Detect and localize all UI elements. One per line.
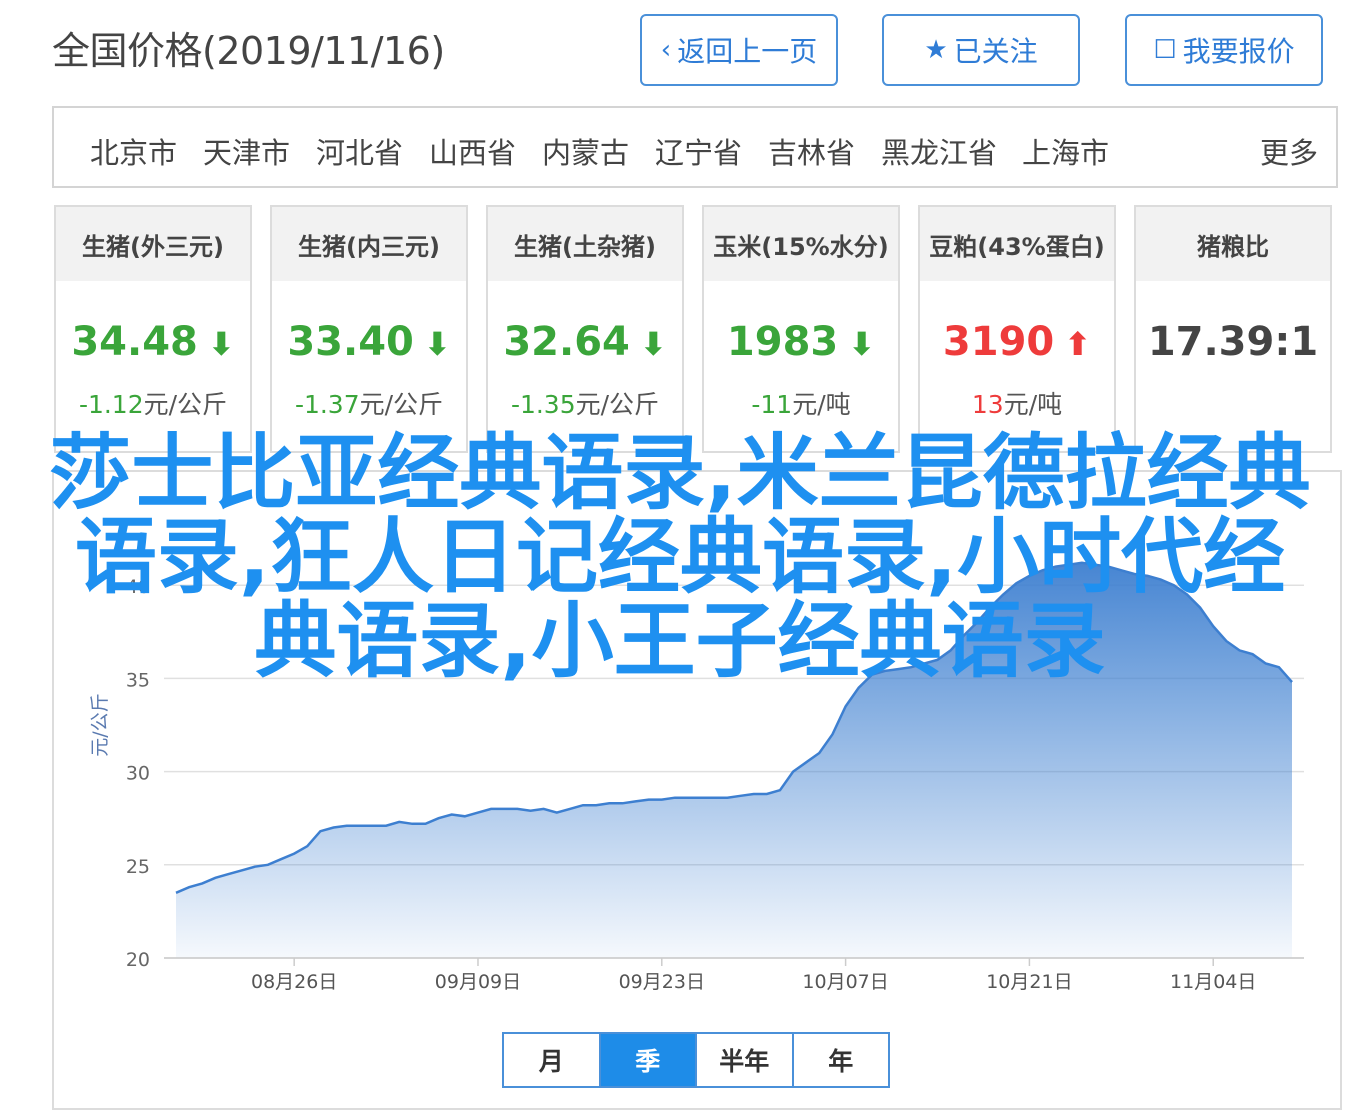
card-change-number: -1.35 [510,390,576,419]
card-value-row: 1983 ⬇ [704,319,898,365]
price-card[interactable]: 生猪(土杂猪) 32.64 ⬇ -1.35元/公斤 [486,205,684,453]
tab-half-year[interactable]: 半年 [697,1034,794,1086]
card-title: 生猪(外三元) [56,207,250,281]
price-card[interactable]: 豆粕(43%蛋白) 3190 ⬆ 13元/吨 [918,205,1116,453]
card-title: 玉米(15%水分) [704,207,898,281]
card-value: 3190 [942,319,1055,365]
arrow-down-icon: ⬇ [207,325,235,363]
tab-year[interactable]: 年 [794,1034,889,1086]
price-card[interactable]: 生猪(内三元) 33.40 ⬇ -1.37元/公斤 [270,205,468,453]
card-title: 豆粕(43%蛋白) [920,207,1114,281]
back-button-label: 返回上一页 [677,35,818,68]
x-tick-label: 10月21日 [986,971,1072,993]
region-item[interactable]: 吉林省 [768,130,855,172]
card-value: 1983 [726,319,839,365]
report-price-button[interactable]: ☐ 我要报价 [1125,14,1323,86]
page-title: 全国价格(2019/11/16) [52,29,445,73]
card-change-number: -11 [751,390,793,419]
arrow-down-icon: ⬇ [848,325,876,363]
card-change-number: -1.37 [294,390,360,419]
card-change-number: 13 [971,390,1004,419]
card-value-row: 32.64 ⬇ [488,319,682,365]
price-chart-panel: 20 25 30 35 40 元/公斤 08月26日 09月09日 09月23日 10月07日 10… [52,470,1342,1110]
region-item[interactable]: 上海市 [1022,130,1109,172]
region-item[interactable]: 山西省 [429,130,516,172]
y-tick-label: 20 [126,949,150,971]
tab-month[interactable]: 月 [504,1034,601,1086]
card-value-row: 17.39:1 [1136,319,1330,365]
chevron-left-icon: ‹ [660,35,672,65]
card-value: 34.48 [71,319,198,365]
card-value-row: 3190 ⬆ [920,319,1114,365]
price-card[interactable]: 生猪(外三元) 34.48 ⬇ -1.12元/公斤 [54,205,252,453]
x-tick-label: 09月23日 [619,971,705,993]
price-card[interactable]: 猪粮比 17.39:1 [1134,205,1332,453]
y-tick-label: 25 [126,856,150,878]
price-card[interactable]: 玉米(15%水分) 1983 ⬇ -11元/吨 [702,205,900,453]
card-title: 猪粮比 [1136,207,1330,281]
region-item[interactable]: 黑龙江省 [881,130,997,172]
card-change-unit: 元/公斤 [359,390,444,419]
report-button-label: 我要报价 [1182,35,1295,68]
card-change: -11元/吨 [704,385,898,421]
x-tick-label: 11月04日 [1170,971,1256,993]
card-value: 17.39:1 [1147,319,1319,365]
region-item[interactable]: 辽宁省 [655,130,742,172]
y-axis-label: 元/公斤 [89,693,111,756]
follow-button[interactable]: ★ 已关注 [882,14,1080,86]
card-change-unit: 元/公斤 [143,390,228,419]
arrow-down-icon: ⬇ [639,325,667,363]
card-change-unit: 元/吨 [1003,390,1063,419]
arrow-up-icon: ⬆ [1064,325,1092,363]
price-area-chart: 20 25 30 35 40 元/公斤 08月26日 09月09日 09月23日 10月07日 10… [89,561,1304,993]
region-item[interactable]: 北京市 [90,130,177,172]
x-tick-label: 09月09日 [435,971,521,993]
region-item[interactable]: 河北省 [316,130,403,172]
x-tick-label: 08月26日 [251,971,337,993]
follow-button-label: 已关注 [953,35,1038,68]
card-title: 生猪(内三元) [272,207,466,281]
card-title: 生猪(土杂猪) [488,207,682,281]
card-change: -1.12元/公斤 [56,385,250,421]
card-change: -1.37元/公斤 [272,385,466,421]
region-item[interactable]: 内蒙古 [542,130,629,172]
card-change: 13元/吨 [920,385,1114,421]
card-value-row: 33.40 ⬇ [272,319,466,365]
card-change-unit: 元/吨 [792,390,851,419]
card-change: -1.35元/公斤 [488,385,682,421]
card-value-row: 34.48 ⬇ [56,319,250,365]
range-tabs: 月 季 半年 年 [502,1032,890,1088]
series-area [176,562,1292,958]
arrow-down-icon: ⬇ [423,325,451,363]
card-value: 33.40 [287,319,414,365]
card-value: 32.64 [503,319,630,365]
x-tick-label: 10月07日 [802,971,888,993]
region-more-link[interactable]: 更多 [1260,130,1318,172]
back-button[interactable]: ‹ 返回上一页 [640,14,838,86]
y-tick-label: 40 [126,576,150,598]
card-change-unit: 元/公斤 [575,390,660,419]
star-icon: ★ [924,35,948,65]
card-change-number: -1.12 [78,390,144,419]
y-tick-label: 30 [126,763,150,785]
tab-quarter[interactable]: 季 [600,1034,697,1086]
edit-icon: ☐ [1153,35,1177,65]
region-item[interactable]: 天津市 [203,130,290,172]
y-tick-label: 35 [126,669,150,691]
region-bar: 北京市 天津市 河北省 山西省 内蒙古 辽宁省 吉林省 黑龙江省 上海市 更多 [52,106,1338,188]
